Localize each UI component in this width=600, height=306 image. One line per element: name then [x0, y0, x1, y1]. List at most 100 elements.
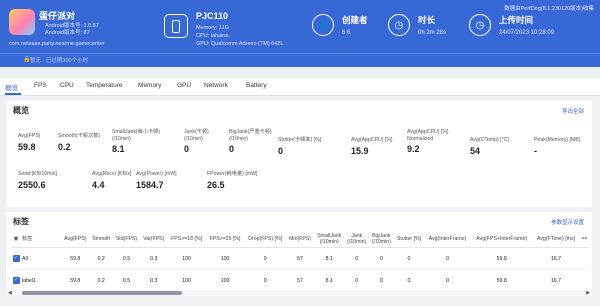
table-cell [579, 247, 589, 270]
table-cell: 100 [167, 269, 206, 292]
horizontal-scrollbar[interactable]: ◀ ▶ [6, 290, 592, 296]
tab-fps[interactable]: FPS [34, 82, 47, 89]
perfdog-version: 数据由PerfDog(8.1.230120版本)收集 [504, 6, 594, 12]
col-drop-fps: Drop(FPS) [%] [244, 231, 287, 248]
metric-peak-memory: Peak(Memory) [MB] - [534, 137, 581, 156]
package-name: com.netease.party.nearme.gamecenter [9, 41, 105, 47]
table-cell: 59.8 [470, 269, 533, 292]
col-more: >= [579, 231, 589, 248]
metric-avg-app-cpu: Avg(AppCPU) [%] 15.9 [351, 137, 393, 156]
tab-overview[interactable]: 概览 [5, 82, 18, 92]
table-cell: 16.7 [532, 269, 580, 292]
col-avg-fps: Avg(FPS) [61, 231, 90, 248]
table-cell: 57 [286, 269, 315, 292]
tab-cpu[interactable]: CPU [60, 82, 74, 89]
upload-time-value: 24/07/2023 10:28:09 [499, 30, 555, 36]
col-std-fps: Std(FPS) [112, 231, 141, 248]
column-settings-link[interactable]: 参数显示设置 [551, 218, 584, 226]
table-cell: 0 [244, 247, 287, 270]
table-cell: 0.2 [89, 269, 113, 292]
tab-gpu[interactable]: GPU [177, 82, 191, 89]
active-tab-indicator [5, 93, 21, 95]
labels-table: ◉ 标签 Avg(FPS) Smooth Std(FPS) Var(FPS) F… [11, 231, 589, 292]
tab-temperature[interactable]: Temperature [86, 82, 123, 89]
metric-avg-power: Avg(Power) [mW] 1584.7 [136, 171, 177, 190]
table-header-row: ◉ 标签 Avg(FPS) Smooth Std(FPS) Var(FPS) F… [11, 231, 589, 248]
col-big-jank: BigJank (/10min) [369, 231, 394, 248]
table-cell: 8.1 [314, 247, 345, 270]
table-cell: 0.3 [140, 247, 168, 270]
user-icon: 👤 [312, 14, 334, 36]
clock-icon: ◷ [388, 14, 410, 36]
scroll-left-icon[interactable]: ◀ [8, 290, 12, 296]
col-label: 标签 [21, 231, 61, 248]
table-cell: 0 [393, 247, 425, 270]
table-cell: 16.7 [532, 247, 580, 270]
labels-title: 标签 [13, 217, 29, 226]
overview-card: 概览 导出全部 Avg(FPS) 59.8 Smooth(卡顿次数) 0.2 S… [6, 101, 592, 207]
device-name: PJC110 [196, 11, 229, 21]
table-cell: 0 [344, 247, 370, 270]
eye-icon[interactable]: ◉ [11, 231, 21, 248]
device-gpu: GPU: Qualcomm Adreno (TM) 642L [196, 41, 284, 47]
row-checkbox[interactable]: ✓ [11, 269, 21, 292]
table-cell: 59.8 [61, 247, 90, 270]
col-avg-interframe: Avg(InterFrame) [424, 231, 471, 248]
metric-avg-fps: Avg(FPS) 59.8 [18, 133, 41, 152]
table-row[interactable]: ✓ label1 59.8 0.2 0.5 0.3 100 100 0 57 8… [11, 269, 589, 292]
table-cell: 0 [424, 247, 471, 270]
duration-label: 时长 [418, 15, 436, 25]
android-build: Android版本号: 87 [45, 30, 90, 36]
creator-label: 创建者 [342, 15, 368, 25]
table-cell: 100 [205, 247, 245, 270]
table-cell: 100 [205, 269, 245, 292]
tab-network[interactable]: Network [204, 82, 228, 89]
table-cell: 59.8 [61, 269, 90, 292]
col-stutter: Stutter [%] [393, 231, 425, 248]
table-cell: 0.3 [140, 269, 168, 292]
table-cell: 0 [393, 269, 425, 292]
table-cell: 0.5 [112, 269, 141, 292]
creator-value: 6 6 [342, 30, 351, 36]
table-cell: 8.1 [314, 269, 345, 292]
metric-stutter: Stutter(卡顿率) [%] 0 [278, 137, 322, 156]
duration-value: 0h 2m 28s [418, 30, 447, 36]
col-jank: Jank (/10min) [344, 231, 370, 248]
metric-smooth: Smooth(卡顿次数) 0.2 [58, 133, 101, 152]
upload-clock-icon: ◷ [469, 14, 491, 36]
row-label: label1 [21, 269, 61, 292]
table-cell [579, 269, 589, 292]
table-cell: 0.5 [112, 247, 141, 270]
scrollbar-thumb[interactable] [22, 291, 182, 295]
row-label: All [21, 247, 61, 270]
labels-card: 标签 参数显示设置 ◉ 标签 Avg(FPS) Smooth Std(FPS) … [6, 212, 592, 292]
row-checkbox[interactable]: ✓ [11, 247, 21, 270]
table-cell: 0 [424, 269, 471, 292]
app-icon [9, 9, 35, 35]
col-fps-18: FPS>=18 [%] [167, 231, 206, 248]
upload-time-label: 上传时间 [499, 15, 534, 25]
header-divider [0, 53, 600, 54]
metric-avg-recv: Avg(Recv) [KB/s] 4.4 [92, 171, 132, 190]
table-row[interactable]: ✓ All 59.8 0.2 0.5 0.3 100 100 0 57 8.1 … [11, 247, 589, 270]
metric-big-jank: BigJank(严重卡顿) (/10min) 0 [229, 129, 272, 154]
table-cell: 0.2 [89, 247, 113, 270]
metric-avg-ctemp: Avg(CTemp) [°C] 54 [470, 137, 509, 156]
col-fps-25: FPS>=25 [%] [205, 231, 245, 248]
header-note: 暂无 · 已过期300个小时 [30, 58, 89, 64]
phone-icon [164, 14, 188, 38]
export-all-link[interactable]: 导出全部 [562, 107, 584, 115]
tab-bar: 概览 FPS CPU Temperature Memory GPU Networ… [0, 78, 600, 96]
metric-send: Send [KB/10min] 2550.6 [18, 171, 57, 190]
tab-battery[interactable]: Battery [246, 82, 267, 89]
table-cell: 100 [167, 247, 206, 270]
col-smooth: Smooth [89, 231, 113, 248]
metric-small-jank: SmallJank(每小卡顿) (/10min) 8.1 [112, 129, 161, 154]
col-avg-fps-interframe: Avg(FPS+InterFrame) [470, 231, 533, 248]
tab-memory[interactable]: Memory [138, 82, 161, 89]
report-header: 数据由PerfDog(8.1.230120版本)收集 蛋仔派对 Android版… [0, 0, 600, 67]
table-cell: 0 [244, 269, 287, 292]
scroll-right-icon[interactable]: ▶ [586, 290, 590, 296]
table-cell: 57 [286, 247, 315, 270]
overview-title: 概览 [13, 106, 29, 115]
